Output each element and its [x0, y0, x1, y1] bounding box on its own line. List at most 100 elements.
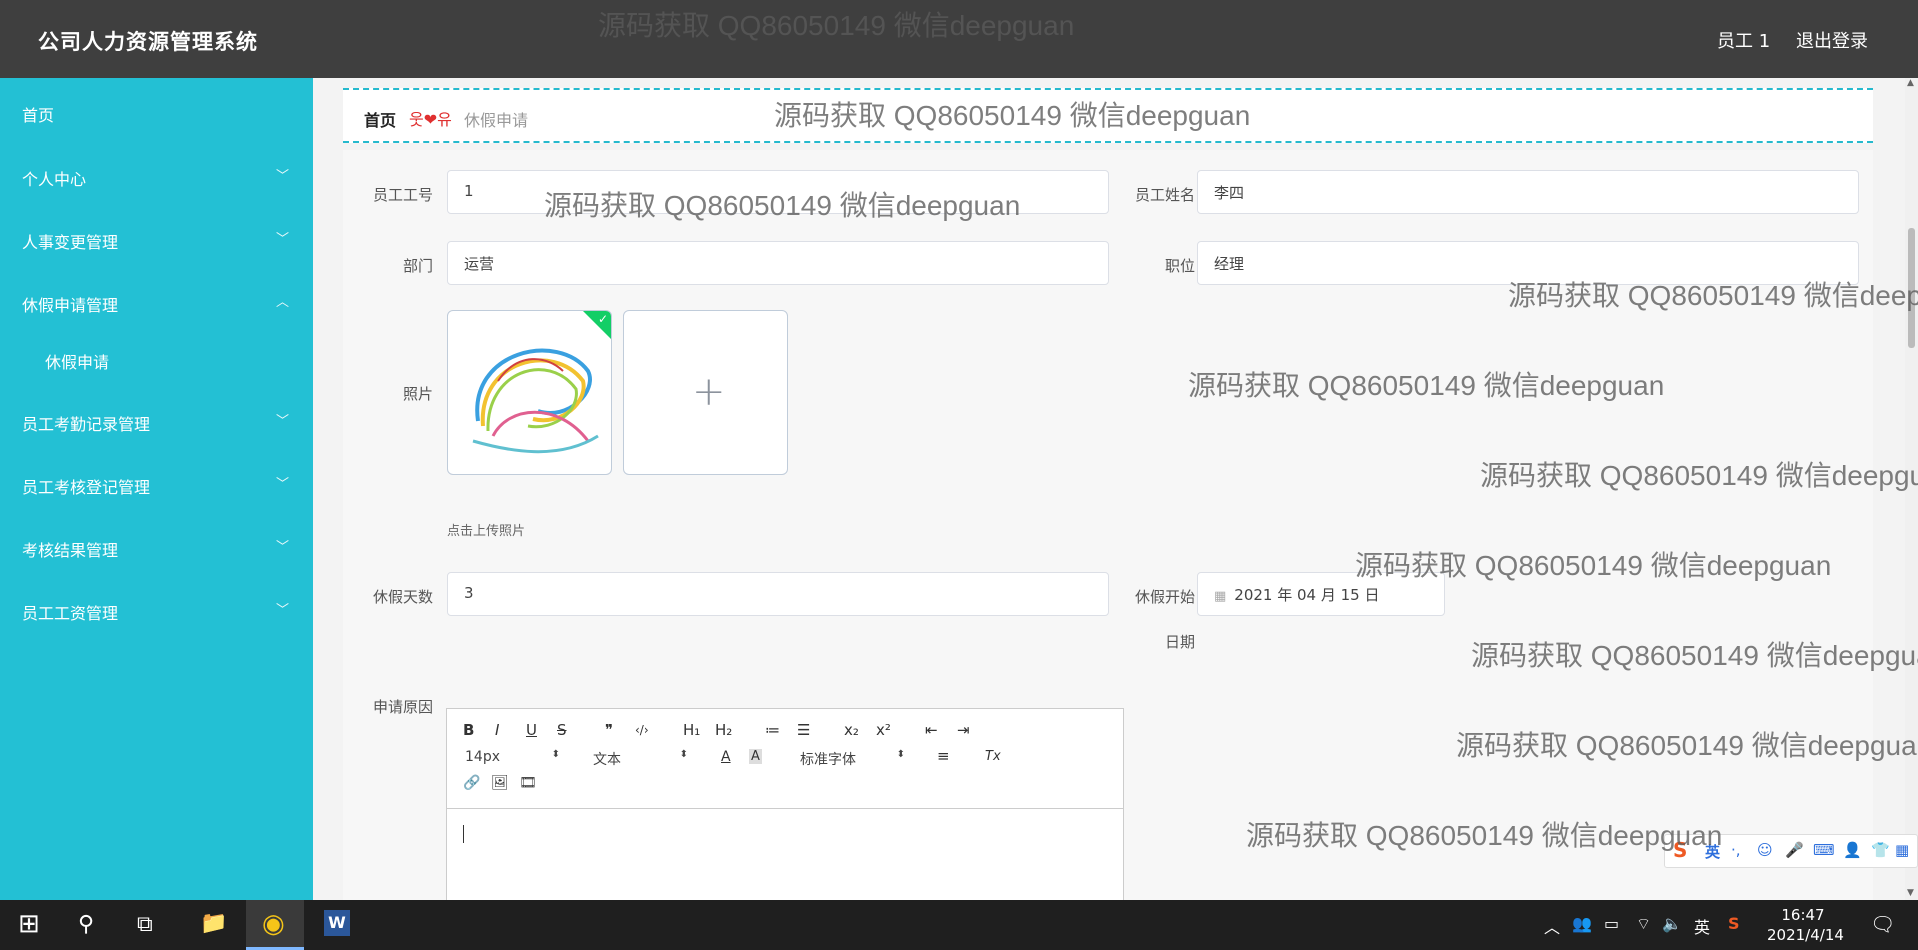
- sidebar-item-label: 员工工资管理: [22, 604, 119, 623]
- sidebar-item-leave-application[interactable]: 休假申请: [0, 337, 313, 381]
- app-window: 公司人力资源管理系统 员工 1 退出登录 首页 个人中心 ﹀ 人事变更管理 ﹀ …: [0, 0, 1918, 950]
- skin-icon[interactable]: 👕: [1871, 841, 1890, 859]
- video-icon[interactable]: 🎞: [519, 775, 537, 791]
- people-icon[interactable]: 👥: [1572, 914, 1592, 933]
- link-icon[interactable]: 🔗: [463, 775, 480, 791]
- chevron-down-icon: ﹀: [276, 414, 290, 429]
- windows-start-icon[interactable]: ⊞: [18, 909, 40, 939]
- task-view-icon[interactable]: ⧉: [137, 912, 153, 937]
- code-block-button[interactable]: ‹/›: [635, 723, 649, 737]
- chevron-down-icon: ﹀: [276, 540, 290, 555]
- wifi-icon[interactable]: ⌔: [1636, 914, 1651, 934]
- select-arrow-icon: ⬍: [896, 749, 905, 760]
- file-explorer-app[interactable]: 📁: [185, 900, 243, 950]
- blockquote-button[interactable]: ❞: [605, 721, 613, 739]
- editor-toolbar: B I U S ❞ ‹/› H₁ H₂ ≔ ☰ x₂ x² ⇤ ⇥ 14px ⬍: [447, 709, 1123, 809]
- word-icon: W: [324, 910, 350, 936]
- select-arrow-icon: ⬍: [551, 749, 560, 760]
- sidebar-item-label: 考核结果管理: [22, 541, 119, 560]
- logout-link[interactable]: 退出登录: [1796, 27, 1868, 53]
- select-arrow-icon: ⬍: [679, 749, 688, 760]
- user-icon[interactable]: 👤: [1843, 841, 1862, 859]
- breadcrumb-separator: 웃❤유: [409, 110, 452, 129]
- font-family-select[interactable]: 标准字体 ⬍: [800, 749, 905, 769]
- word-app[interactable]: W: [307, 900, 365, 950]
- bullet-list-button[interactable]: ☰: [797, 721, 810, 739]
- reason-rich-editor: B I U S ❞ ‹/› H₁ H₂ ≔ ☰ x₂ x² ⇤ ⇥ 14px ⬍: [446, 708, 1124, 908]
- text-caret: [463, 825, 464, 843]
- emp-no-field[interactable]: 1: [447, 170, 1109, 214]
- sidebar-item-leave-management[interactable]: 休假申请管理 ︿: [0, 280, 313, 324]
- sidebar-item-assessment-result[interactable]: 考核结果管理 ﹀: [0, 525, 313, 569]
- ime-language-toggle[interactable]: 英: [1705, 841, 1720, 862]
- page-scrollbar[interactable]: ▲ ▼: [1905, 78, 1918, 900]
- sogou-tray-icon[interactable]: S: [1728, 914, 1740, 933]
- volume-icon[interactable]: 🔈: [1662, 914, 1682, 933]
- dept-field[interactable]: 运营: [447, 241, 1109, 285]
- leave-days-field[interactable]: 3: [447, 572, 1109, 616]
- battery-icon[interactable]: ▭: [1604, 914, 1619, 933]
- strike-button[interactable]: S: [557, 721, 567, 739]
- sidebar-item-label: 个人中心: [22, 170, 87, 189]
- superscript-button[interactable]: x²: [876, 721, 891, 739]
- upload-photo-button[interactable]: +: [623, 310, 788, 475]
- breadcrumb-home[interactable]: 首页: [364, 107, 396, 131]
- italic-button[interactable]: I: [495, 721, 499, 739]
- ime-punctuation-toggle[interactable]: ·,: [1731, 841, 1741, 859]
- sidebar-item-personal-center[interactable]: 个人中心 ﹀: [0, 154, 313, 198]
- position-field[interactable]: 经理: [1197, 241, 1859, 285]
- indent-button[interactable]: ⇥: [957, 721, 970, 739]
- tray-expand-icon[interactable]: ︿: [1544, 914, 1560, 938]
- underline-button[interactable]: U: [526, 721, 537, 739]
- editor-content-area[interactable]: [447, 809, 1123, 907]
- upload-hint: 点击上传照片: [447, 524, 526, 539]
- keyboard-icon[interactable]: ⌨: [1813, 841, 1835, 859]
- scroll-down-icon[interactable]: ▼: [1907, 888, 1914, 898]
- chevron-down-icon: ﹀: [276, 603, 290, 618]
- outdent-button[interactable]: ⇤: [925, 721, 938, 739]
- chevron-down-icon: ﹀: [276, 169, 290, 184]
- sidebar-item-label: 休假申请: [45, 353, 110, 372]
- block-type-select[interactable]: 文本 ⬍: [593, 749, 688, 769]
- bold-button[interactable]: B: [463, 721, 474, 739]
- chrome-icon: ◉: [262, 909, 285, 939]
- emp-name-field[interactable]: 李四: [1197, 170, 1859, 214]
- sidebar-item-salary[interactable]: 员工工资管理 ﹀: [0, 588, 313, 632]
- leave-start-date-picker[interactable]: ▦ 2021 年 04 月 15 日: [1197, 572, 1445, 616]
- text-color-button[interactable]: A: [721, 749, 731, 765]
- image-icon[interactable]: 🖼: [491, 775, 509, 791]
- windows-taskbar: ⊞ ⚲ ⧉ 📁 ◉ W ︿ 👥 ▭ ⌔ 🔈 英 S 16:47 2021/4/1…: [0, 900, 1918, 950]
- breadcrumb: 首页 웃❤유 休假申请: [343, 88, 1873, 143]
- subscript-button[interactable]: x₂: [844, 721, 859, 739]
- scrollbar-thumb[interactable]: [1908, 228, 1915, 348]
- input-language-indicator[interactable]: 英: [1694, 914, 1710, 938]
- font-size-select[interactable]: 14px ⬍: [465, 749, 560, 765]
- emoji-icon[interactable]: ☺: [1757, 841, 1773, 859]
- sidebar-item-personnel-change[interactable]: 人事变更管理 ﹀: [0, 217, 313, 261]
- sidebar-item-label: 休假申请管理: [22, 296, 119, 315]
- sidebar-item-home[interactable]: 首页: [0, 90, 313, 134]
- heading2-button[interactable]: H₂: [715, 721, 732, 739]
- current-user[interactable]: 员工 1: [1717, 27, 1770, 53]
- align-button[interactable]: ≡: [937, 747, 950, 765]
- background-color-button[interactable]: A: [749, 749, 762, 764]
- scroll-up-icon[interactable]: ▲: [1907, 78, 1914, 88]
- sidebar-item-label: 员工考核登记管理: [22, 478, 151, 497]
- clock-time: 16:47: [1781, 906, 1825, 924]
- chrome-app[interactable]: ◉: [246, 900, 304, 950]
- microphone-icon[interactable]: 🎤: [1785, 841, 1804, 859]
- sidebar-item-attendance[interactable]: 员工考勤记录管理 ﹀: [0, 399, 313, 443]
- grid-menu-icon[interactable]: ▦: [1895, 841, 1909, 859]
- ordered-list-button[interactable]: ≔: [765, 721, 780, 739]
- sogou-logo-icon[interactable]: S: [1673, 838, 1687, 862]
- notification-icon[interactable]: 🗨: [1870, 912, 1895, 936]
- photo-thumbnail[interactable]: ✓: [447, 310, 612, 475]
- font-family-value: 标准字体: [800, 752, 856, 768]
- chevron-up-icon: ︿: [276, 295, 290, 310]
- heading1-button[interactable]: H₁: [683, 721, 700, 739]
- sidebar-item-assessment-register[interactable]: 员工考核登记管理 ﹀: [0, 462, 313, 506]
- clear-format-button[interactable]: Tx: [985, 749, 1001, 764]
- system-clock[interactable]: 16:47 2021/4/14: [1767, 905, 1844, 945]
- search-icon[interactable]: ⚲: [78, 912, 94, 937]
- calendar-icon: ▦: [1214, 589, 1227, 604]
